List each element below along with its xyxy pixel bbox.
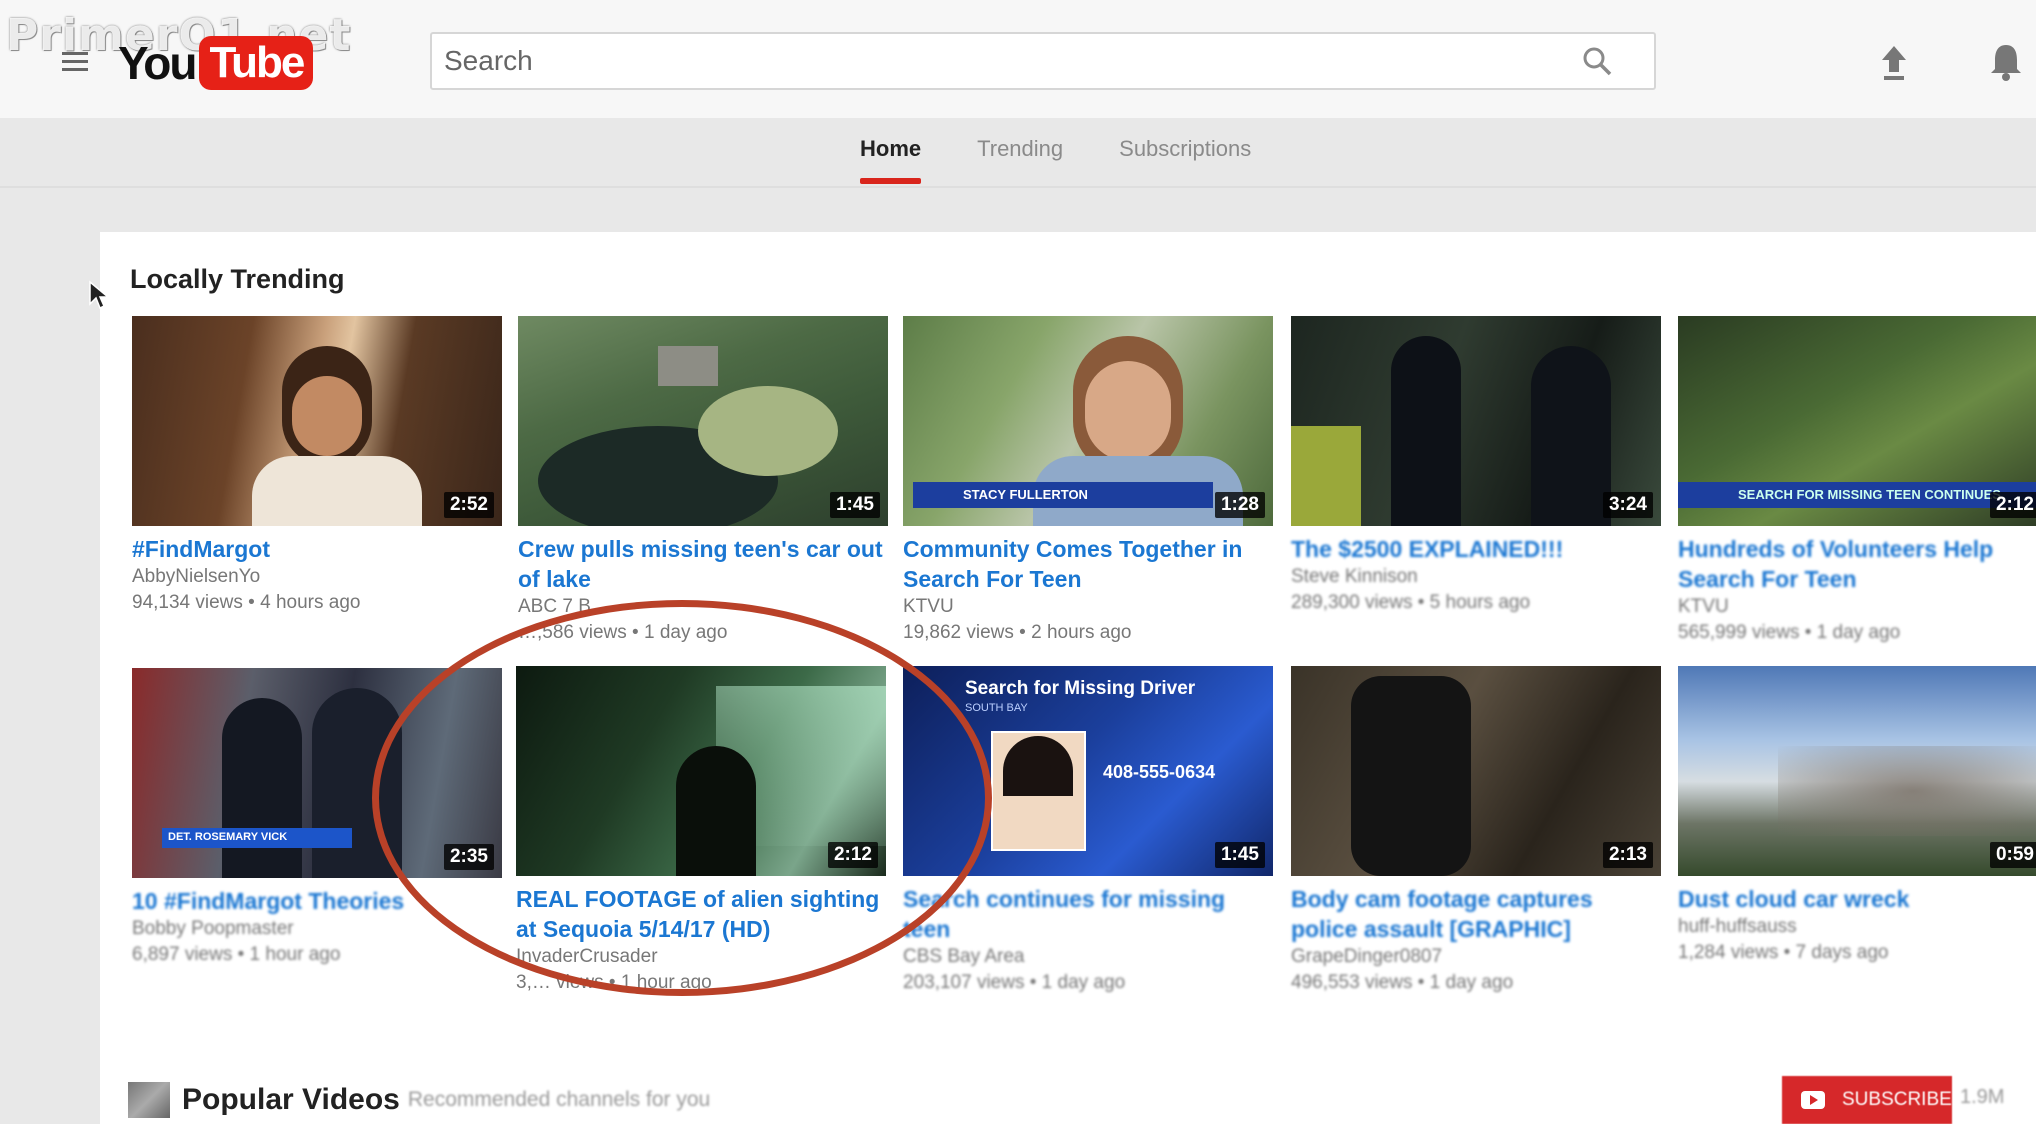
video-channel[interactable]: Steve Kinnison bbox=[1291, 564, 1661, 590]
video-card[interactable]: 1:45 Crew pulls missing teen's car out o… bbox=[518, 316, 888, 646]
lower-third-name: DET. ROSEMARY VICK bbox=[168, 831, 288, 843]
video-duration: 2:12 bbox=[827, 842, 878, 868]
logo-tube-text: Tube bbox=[199, 36, 314, 90]
video-meta: 3,… views • 1 hour ago bbox=[516, 972, 712, 993]
video-meta: 94,134 views • 4 hours ago bbox=[132, 592, 361, 613]
tab-trending[interactable]: Trending bbox=[977, 128, 1063, 184]
video-duration: 0:59 bbox=[1989, 842, 2036, 868]
popular-videos-title[interactable]: Popular Videos bbox=[182, 1083, 400, 1117]
lower-third-text: SEARCH FOR MISSING TEEN CONTINUES bbox=[1738, 487, 2001, 502]
video-channel[interactable]: KTVU bbox=[903, 594, 1273, 620]
video-meta: 496,553 views • 1 day ago bbox=[1291, 972, 1514, 993]
video-duration: 2:52 bbox=[443, 492, 494, 518]
video-card[interactable]: 0:59 Dust cloud car wreck huff-huffsauss… bbox=[1678, 666, 2036, 966]
video-title[interactable]: #FindMargot bbox=[132, 534, 502, 564]
video-card[interactable]: Search for Missing Driver SOUTH BAY 408-… bbox=[903, 666, 1273, 996]
video-thumbnail[interactable]: 2:12 bbox=[516, 666, 886, 876]
video-duration: 2:12 bbox=[1989, 492, 2036, 518]
popular-videos-subtitle: Recommended channels for you bbox=[407, 1088, 711, 1111]
video-card[interactable]: STACY FULLERTON 1:28 Community Comes Tog… bbox=[903, 316, 1273, 646]
video-thumbnail[interactable]: 2:13 bbox=[1291, 666, 1661, 876]
video-meta: …,586 views • 1 day ago bbox=[518, 622, 728, 643]
video-card[interactable]: 2:12 REAL FOOTAGE of alien sighting at S… bbox=[516, 666, 886, 996]
video-channel[interactable]: KTVU bbox=[1678, 594, 2036, 620]
lower-third-banner: STACY FULLERTON bbox=[913, 482, 1213, 508]
video-duration: 2:13 bbox=[1602, 842, 1653, 868]
video-thumbnail[interactable]: 2:52 bbox=[132, 316, 502, 526]
video-thumbnail[interactable]: 1:45 bbox=[518, 316, 888, 526]
search-box bbox=[430, 32, 1656, 90]
video-thumbnail[interactable]: 0:59 bbox=[1678, 666, 2036, 876]
search-icon[interactable] bbox=[1580, 44, 1614, 78]
hamburger-menu-icon[interactable] bbox=[62, 52, 88, 72]
lower-third-banner: SEARCH FOR MISSING TEEN CONTINUES bbox=[1678, 482, 2036, 508]
video-title[interactable]: The $2500 EXPLAINED!!! bbox=[1291, 534, 1661, 564]
video-meta: 289,300 views • 5 hours ago bbox=[1291, 592, 1531, 613]
video-card[interactable]: 3:24 The $2500 EXPLAINED!!! Steve Kinnis… bbox=[1291, 316, 1661, 616]
video-title[interactable]: Body cam footage captures police assault… bbox=[1291, 884, 1661, 944]
section-title-locally-trending: Locally Trending bbox=[130, 264, 345, 294]
popular-videos-avatar[interactable] bbox=[128, 1082, 170, 1118]
video-thumbnail[interactable]: STACY FULLERTON 1:28 bbox=[903, 316, 1273, 526]
overlay-subtitle: SOUTH BAY bbox=[965, 702, 1028, 714]
youtube-logo[interactable]: You Tube bbox=[118, 34, 314, 92]
video-title[interactable]: 10 #FindMargot Theories bbox=[132, 886, 502, 916]
video-duration: 3:24 bbox=[1602, 492, 1653, 518]
search-input[interactable] bbox=[432, 34, 1582, 88]
video-channel[interactable]: ABC 7 B... bbox=[518, 594, 888, 620]
popular-videos-header: Popular Videos Recommended channels for … bbox=[128, 1080, 710, 1120]
video-channel[interactable]: CBS Bay Area bbox=[903, 944, 1273, 970]
upload-icon[interactable] bbox=[1876, 42, 1912, 82]
header-divider bbox=[0, 186, 2036, 188]
video-card[interactable]: SEARCH FOR MISSING TEEN CONTINUES 2:12 H… bbox=[1678, 316, 2036, 646]
video-card[interactable]: DET. ROSEMARY VICK 2:35 10 #FindMargot T… bbox=[132, 668, 502, 968]
logo-you-text: You bbox=[118, 37, 197, 89]
overlay-phone: 408-555-0634 bbox=[1103, 762, 1216, 782]
tab-subscriptions[interactable]: Subscriptions bbox=[1119, 128, 1251, 184]
video-channel[interactable]: AbbyNielsenYo bbox=[132, 564, 502, 590]
video-channel[interactable]: GrapeDinger0807 bbox=[1291, 944, 1661, 970]
video-title[interactable]: Hundreds of Volunteers Help Search For T… bbox=[1678, 534, 2036, 594]
video-title[interactable]: REAL FOOTAGE of alien sighting at Sequoi… bbox=[516, 884, 886, 944]
video-meta: 1,284 views • 7 days ago bbox=[1678, 942, 1889, 963]
video-duration: 1:45 bbox=[829, 492, 880, 518]
video-thumbnail[interactable]: SEARCH FOR MISSING TEEN CONTINUES 2:12 bbox=[1678, 316, 2036, 526]
lower-third-name: STACY FULLERTON bbox=[963, 487, 1088, 502]
youtube-play-icon bbox=[1801, 1091, 1825, 1109]
video-meta: 565,999 views • 1 day ago bbox=[1678, 622, 1901, 643]
video-title[interactable]: Search continues for missing teen bbox=[903, 884, 1273, 944]
video-channel[interactable]: huff-huffsauss bbox=[1678, 914, 2036, 940]
lower-third-banner: DET. ROSEMARY VICK bbox=[162, 828, 352, 848]
overlay-title: Search for Missing Driver bbox=[965, 678, 1196, 699]
video-duration: 2:35 bbox=[443, 844, 494, 870]
subscriber-count: 1.9M bbox=[1960, 1086, 2005, 1108]
video-meta: 6,897 views • 1 hour ago bbox=[132, 944, 341, 965]
mouse-cursor-icon bbox=[89, 280, 110, 310]
video-channel[interactable]: InvaderCrusader bbox=[516, 944, 886, 970]
video-thumbnail[interactable]: 3:24 bbox=[1291, 316, 1661, 526]
video-thumbnail[interactable]: DET. ROSEMARY VICK 2:35 bbox=[132, 668, 502, 878]
video-title[interactable]: Community Comes Together in Search For T… bbox=[903, 534, 1273, 594]
video-duration: 1:28 bbox=[1214, 492, 1265, 518]
notifications-bell-icon[interactable] bbox=[1986, 40, 2026, 82]
video-meta: 203,107 views • 1 day ago bbox=[903, 972, 1126, 993]
video-thumbnail[interactable]: Search for Missing Driver SOUTH BAY 408-… bbox=[903, 666, 1273, 876]
video-channel[interactable]: Bobby Poopmaster bbox=[132, 916, 502, 942]
tab-home[interactable]: Home bbox=[860, 128, 922, 184]
video-card[interactable]: 2:13 Body cam footage captures police as… bbox=[1291, 666, 1661, 996]
video-title[interactable]: Crew pulls missing teen's car out of lak… bbox=[518, 534, 888, 594]
video-duration: 1:45 bbox=[1214, 842, 1265, 868]
video-card[interactable]: 2:52 #FindMargot AbbyNielsenYo 94,134 vi… bbox=[132, 316, 502, 616]
video-title[interactable]: Dust cloud car wreck bbox=[1678, 884, 2036, 914]
feed-tabs: Home Trending Subscriptions bbox=[860, 128, 1307, 186]
video-meta: 19,862 views • 2 hours ago bbox=[903, 622, 1132, 643]
